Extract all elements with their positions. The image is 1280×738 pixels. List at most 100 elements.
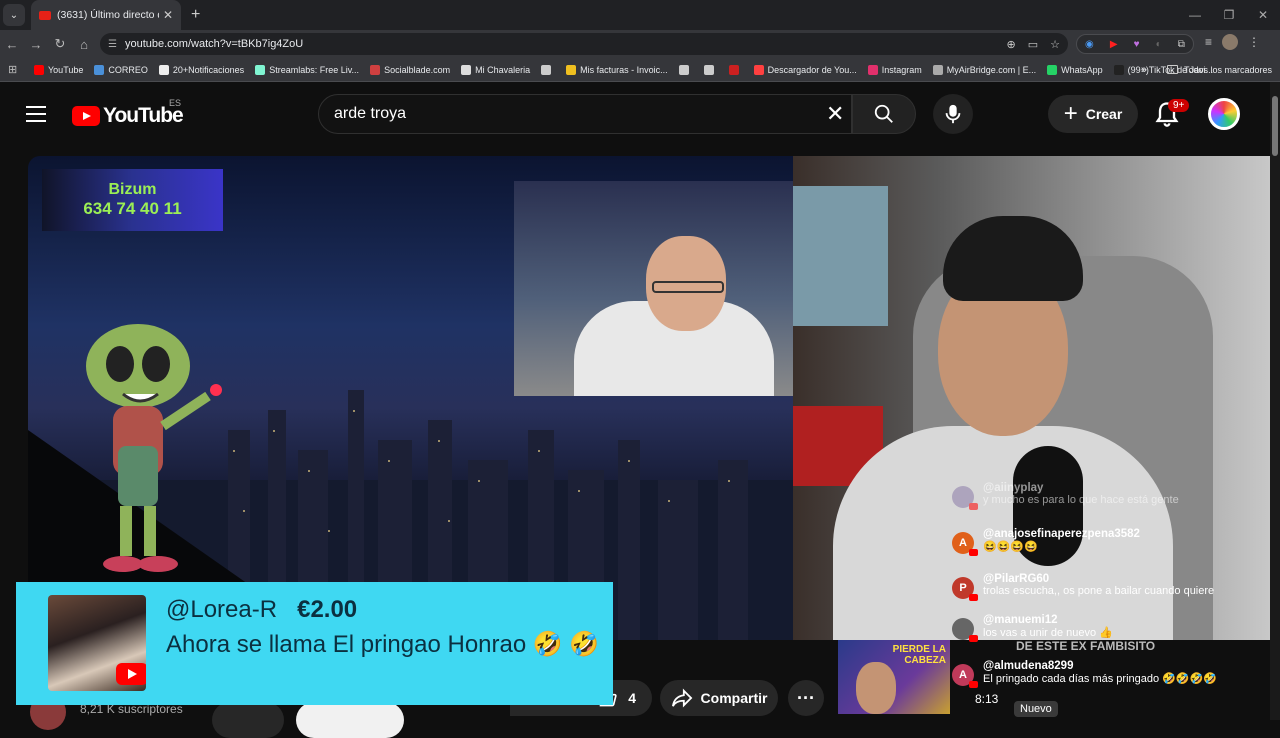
bookmark-item[interactable]: [703, 64, 718, 75]
youtube-header: YouTube ES arde troya ✕ + Crear 9+: [0, 82, 1270, 148]
bookmark-item[interactable]: Instagram: [867, 64, 922, 75]
reload-icon[interactable]: ↻: [48, 36, 72, 52]
forward-icon[interactable]: →: [24, 37, 48, 52]
superchat-thumbnail: [48, 595, 146, 691]
minimize-icon[interactable]: —: [1178, 0, 1212, 30]
bookmark-favicon-icon: [566, 64, 577, 75]
bookmark-item[interactable]: 20+Notificaciones: [158, 64, 245, 75]
clear-search-icon[interactable]: ✕: [826, 102, 844, 126]
join-button[interactable]: [212, 702, 284, 738]
bookmark-item[interactable]: [728, 64, 743, 75]
restore-icon[interactable]: ❐: [1212, 0, 1246, 30]
superchat-header: @Lorea-R €2.00: [166, 596, 357, 624]
bookmark-favicon-icon: [703, 64, 714, 75]
bookmark-label: Mis facturas - Invoic...: [580, 64, 668, 75]
close-window-icon[interactable]: ✕: [1246, 0, 1280, 30]
notification-badge: 9+: [1168, 99, 1190, 112]
share-button[interactable]: Compartir: [660, 680, 778, 716]
chat-username[interactable]: @anajosefinaperezpena3582: [983, 528, 1140, 540]
chat-message: A @anajosefinaperezpena3582 😆😆😆😆: [952, 528, 1140, 556]
bookmark-item[interactable]: MyAirBridge.com | E...: [932, 64, 1037, 75]
menu-dots-icon[interactable]: ⋮: [1248, 35, 1260, 49]
thumbnail-label-1: PIERDE LA: [892, 644, 946, 655]
bookmark-label: CORREO: [108, 64, 148, 75]
extension-icon[interactable]: ▶: [1110, 39, 1118, 50]
site-info-icon[interactable]: ☰: [108, 39, 117, 50]
bookmark-item[interactable]: Socialblade.com: [370, 64, 450, 75]
extensions-puzzle-icon[interactable]: ⧉: [1178, 39, 1185, 50]
tab-search-button[interactable]: ⌄: [3, 4, 25, 26]
bookmark-item[interactable]: YouTube: [34, 64, 83, 75]
profile-avatar[interactable]: [1222, 34, 1239, 50]
bookmark-item[interactable]: Descargador de You...: [753, 64, 857, 75]
bookmark-favicon-icon: [1113, 64, 1124, 75]
back-icon[interactable]: ←: [0, 37, 24, 52]
bookmark-item[interactable]: WhatsApp: [1047, 64, 1103, 75]
chat-avatar[interactable]: P: [952, 577, 978, 601]
bookmark-favicon-icon: [461, 64, 472, 75]
search-input[interactable]: arde troya: [318, 94, 852, 134]
chat-message: @aiinyplay y mucho es para lo que hace es…: [952, 482, 1179, 510]
url-text: youtube.com/watch?v=tBKb7ig4ZoU: [124, 38, 304, 50]
chat-username[interactable]: @aiinyplay: [983, 482, 1179, 494]
bookmark-item[interactable]: CORREO: [94, 64, 148, 75]
cast-icon[interactable]: ▭: [1028, 38, 1038, 51]
chat-text: los vas a unir de nuevo 👍: [983, 627, 1113, 639]
account-avatar[interactable]: [1208, 98, 1240, 130]
tab-title: (3631) Último directo del año -: [57, 9, 159, 21]
apps-grid-icon[interactable]: ⊞: [8, 63, 20, 76]
search-button[interactable]: [852, 94, 916, 134]
more-actions-button[interactable]: ···: [788, 680, 824, 716]
address-bar[interactable]: ☰ youtube.com/watch?v=tBKb7ig4ZoU ⊕ ▭ ☆: [100, 33, 1068, 55]
bookmark-favicon-icon: [541, 64, 552, 75]
all-bookmarks-link[interactable]: Todos los marcadores: [1184, 65, 1272, 75]
more-bookmarks-icon[interactable]: »: [1141, 64, 1147, 76]
close-tab-icon[interactable]: ✕: [163, 8, 173, 22]
youtube-logo[interactable]: YouTube: [72, 104, 184, 128]
reading-list-icon[interactable]: ≡: [1205, 35, 1212, 49]
plus-icon: +: [1063, 100, 1078, 127]
bookmark-item[interactable]: Mis facturas - Invoic...: [566, 64, 668, 75]
bookmark-item[interactable]: [541, 64, 555, 75]
page-scrollbar[interactable]: [1270, 82, 1280, 720]
extension-icon[interactable]: ♥: [1134, 39, 1140, 50]
ticker-text: DE ESTE EX FAMBISITO: [1016, 639, 1156, 653]
bookmark-label: Instagram: [881, 64, 922, 75]
share-icon: [671, 688, 692, 708]
region-code: ES: [169, 98, 182, 108]
chat-text: 😆😆😆😆: [983, 541, 1038, 553]
bookmark-label: 20+Notificaciones: [172, 64, 245, 75]
chat-avatar[interactable]: [952, 486, 978, 510]
zoom-icon[interactable]: ⊕: [1007, 38, 1016, 51]
browser-tab-strip: ⌄ (3631) Último directo del año - ✕ + — …: [0, 0, 1280, 30]
bookmark-item[interactable]: [678, 64, 693, 75]
home-icon[interactable]: ⌂: [72, 37, 96, 52]
bookmarks-bar: ⊞ YouTube CORREO 20+Notificaciones Streamla…: [0, 58, 1280, 82]
chat-username[interactable]: @almudena8299: [983, 660, 1217, 672]
chat-avatar[interactable]: [952, 618, 978, 642]
microphone-icon: [945, 104, 961, 124]
extension-icon[interactable]: ◉: [1085, 39, 1094, 50]
bookmark-star-icon[interactable]: ☆: [1050, 38, 1060, 51]
extension-icon[interactable]: ◐: [1156, 39, 1162, 50]
voice-search-button[interactable]: [933, 94, 973, 134]
bookmark-label: MyAirBridge.com | E...: [946, 64, 1037, 75]
new-tab-icon[interactable]: +: [191, 6, 200, 24]
bookmark-favicon-icon: [867, 64, 878, 75]
create-button[interactable]: + Crear: [1048, 95, 1138, 133]
subscribe-button[interactable]: [296, 702, 404, 738]
bookmark-item[interactable]: Mi Chavaleria: [461, 64, 530, 75]
chat-username[interactable]: @manuemi12: [983, 614, 1113, 626]
bookmark-favicon-icon: [94, 64, 105, 75]
bookmark-favicon-icon: [158, 64, 169, 75]
browser-tab-active[interactable]: (3631) Último directo del año - ✕: [31, 0, 181, 30]
scrollbar-thumb[interactable]: [1272, 96, 1278, 156]
video-player[interactable]: Bizum 634 74 40 11: [28, 156, 793, 640]
hamburger-menu-icon[interactable]: [26, 106, 46, 122]
chat-avatar[interactable]: A: [952, 532, 978, 556]
bookmark-favicon-icon: [255, 64, 266, 75]
bookmark-item[interactable]: Streamlabs: Free Liv...: [255, 64, 359, 75]
chat-message: P @PilarRG60 trolas escucha,, os pone a ba…: [952, 573, 1214, 601]
chat-username[interactable]: @PilarRG60: [983, 573, 1214, 585]
bookmark-favicon-icon: [370, 64, 381, 75]
